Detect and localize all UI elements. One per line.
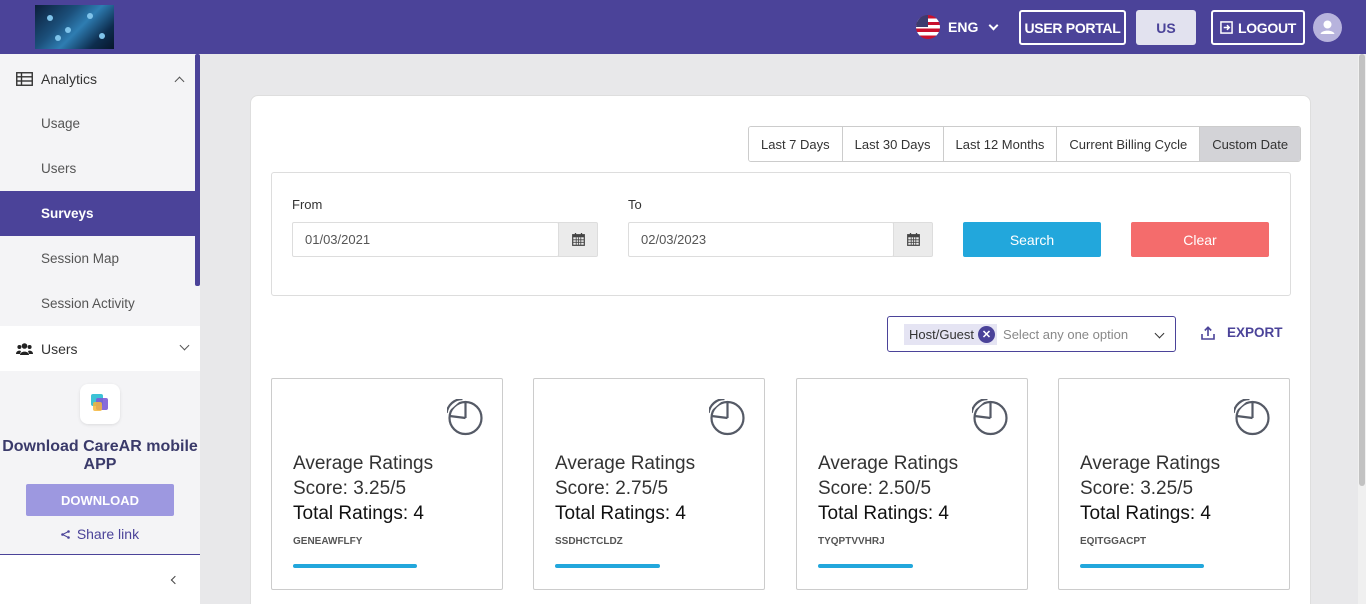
to-calendar-button[interactable] xyxy=(893,222,933,257)
us-flag-icon xyxy=(916,15,940,39)
rating-title: Average Ratings xyxy=(1080,453,1221,474)
to-label: To xyxy=(628,197,642,212)
sidebar-item-label: Analytics xyxy=(41,70,98,87)
top-bar: ENG USER PORTAL US LOGOUT xyxy=(0,0,1366,54)
sidebar-item-session-activity[interactable]: Session Activity xyxy=(0,281,195,326)
rating-card: Average Ratings Score: 2.75/5 Total Rating… xyxy=(533,378,765,590)
collapse-sidebar-button[interactable] xyxy=(0,554,200,604)
page-scrollbar-thumb[interactable] xyxy=(1359,54,1365,486)
rating-score: Score: 3.25/5 xyxy=(293,478,407,499)
language-label: ENG xyxy=(948,19,979,35)
language-selector[interactable]: ENG xyxy=(916,14,999,40)
user-portal-button[interactable]: USER PORTAL xyxy=(1019,10,1126,45)
range-last-30-days[interactable]: Last 30 Days xyxy=(842,127,944,161)
participant-type-select[interactable]: Host/Guest ✕ Select any one option xyxy=(887,316,1176,352)
region-button[interactable]: US xyxy=(1136,10,1196,45)
range-last-12-months[interactable]: Last 12 Months xyxy=(943,127,1058,161)
logout-button[interactable]: LOGOUT xyxy=(1211,10,1305,45)
date-range-toggle: Last 7 Days Last 30 Days Last 12 Months … xyxy=(748,126,1302,162)
rating-score: Score: 3.25/5 xyxy=(1080,478,1194,499)
calendar-icon xyxy=(571,233,585,246)
company-logo[interactable] xyxy=(35,5,114,49)
chevron-up-icon xyxy=(174,76,185,87)
page-scrollbar[interactable] xyxy=(1358,54,1366,604)
pie-chart-icon xyxy=(445,397,484,441)
sidebar-item-label: Users xyxy=(41,340,78,357)
rating-progress-bar xyxy=(818,564,913,568)
sidebar-item-users[interactable]: Users xyxy=(0,326,200,371)
surveys-card: Last 7 Days Last 30 Days Last 12 Months … xyxy=(250,95,1311,604)
download-button[interactable]: DOWNLOAD xyxy=(26,484,174,516)
rating-total: Total Ratings: 4 xyxy=(555,503,686,524)
logout-label: LOGOUT xyxy=(1237,19,1297,36)
promo-title: Download CareAR mobile APP xyxy=(2,438,198,473)
share-icon xyxy=(61,530,70,539)
sidebar-item-usage[interactable]: Usage xyxy=(0,101,195,146)
export-button[interactable]: EXPORT xyxy=(1201,325,1283,340)
from-label: From xyxy=(292,197,323,212)
calendar-icon xyxy=(906,233,920,246)
pie-chart-icon xyxy=(707,397,746,441)
select-placeholder: Select any one option xyxy=(1003,326,1129,342)
rating-title: Average Ratings xyxy=(818,453,959,474)
sidebar-item-users-analytics[interactable]: Users xyxy=(0,146,195,191)
carear-app-icon xyxy=(80,384,120,424)
search-button[interactable]: Search xyxy=(963,222,1101,257)
rating-score: Score: 2.75/5 xyxy=(555,478,669,499)
share-label: Share link xyxy=(76,526,140,542)
user-avatar[interactable] xyxy=(1313,13,1342,42)
pie-chart-icon xyxy=(1232,397,1271,441)
upload-icon xyxy=(1201,325,1215,340)
rating-total: Total Ratings: 4 xyxy=(293,503,424,524)
rating-progress-bar xyxy=(555,564,660,568)
sidebar-item-analytics[interactable]: Analytics xyxy=(0,56,195,101)
chevron-down-icon xyxy=(179,340,190,351)
rating-card: Average Ratings Score: 3.25/5 Total Rating… xyxy=(1058,378,1290,590)
rating-code: GENEAWFLFY xyxy=(293,536,363,547)
export-label: EXPORT xyxy=(1227,325,1283,340)
chip-label: Host/Guest xyxy=(909,326,975,342)
from-calendar-button[interactable] xyxy=(558,222,598,257)
chevron-down-icon xyxy=(988,20,999,30)
rating-progress-bar xyxy=(293,564,417,568)
remove-chip-icon[interactable]: ✕ xyxy=(978,325,996,343)
rating-code: SSDHCTCLDZ xyxy=(555,536,623,547)
sidebar-item-session-map[interactable]: Session Map xyxy=(0,236,195,281)
logout-icon xyxy=(1220,21,1233,34)
from-date-input[interactable]: 01/03/2021 xyxy=(292,222,559,257)
user-icon xyxy=(1320,20,1335,34)
chevron-left-icon xyxy=(170,575,180,585)
table-icon xyxy=(16,71,33,86)
pie-chart-icon xyxy=(970,397,1009,441)
range-last-7-days[interactable]: Last 7 Days xyxy=(749,127,843,161)
selected-chip: Host/Guest ✕ xyxy=(904,323,998,345)
clear-button[interactable]: Clear xyxy=(1131,222,1269,257)
rating-total: Total Ratings: 4 xyxy=(1080,503,1211,524)
rating-title: Average Ratings xyxy=(555,453,696,474)
rating-progress-bar xyxy=(1080,564,1204,568)
rating-card: Average Ratings Score: 2.50/5 Total Rating… xyxy=(796,378,1028,590)
chevron-down-icon xyxy=(1154,328,1165,339)
rating-code: TYQPTVVHRJ xyxy=(818,536,885,547)
rating-title: Average Ratings xyxy=(293,453,434,474)
sidebar-scrollbar[interactable] xyxy=(195,54,200,286)
rating-card: Average Ratings Score: 3.25/5 Total Rating… xyxy=(271,378,503,590)
rating-score: Score: 2.50/5 xyxy=(818,478,932,499)
to-date-input[interactable]: 02/03/2023 xyxy=(628,222,894,257)
sidebar-item-surveys[interactable]: Surveys xyxy=(0,191,195,236)
range-custom-date[interactable]: Custom Date xyxy=(1200,127,1301,161)
range-current-billing-cycle[interactable]: Current Billing Cycle xyxy=(1057,127,1201,161)
rating-code: EQITGGACPT xyxy=(1080,536,1147,547)
date-filter-panel: From 01/03/2021 To 02/03/2023 Search Cle… xyxy=(271,172,1291,296)
share-link[interactable]: Share link xyxy=(0,526,200,542)
rating-total: Total Ratings: 4 xyxy=(818,503,949,524)
app-promo: Download CareAR mobile APP DOWNLOAD Shar… xyxy=(0,378,200,554)
users-icon xyxy=(16,342,33,355)
sidebar: Analytics Usage Users Surveys Session Ma… xyxy=(0,54,200,604)
